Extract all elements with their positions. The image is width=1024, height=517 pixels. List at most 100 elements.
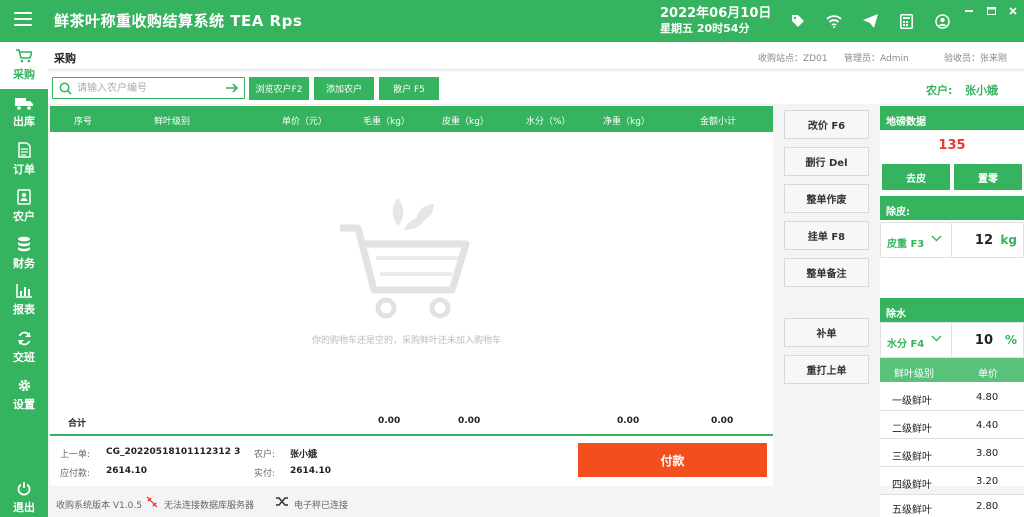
contact-icon [17,189,31,205]
sidebar-item-finance[interactable]: 财务 [0,230,48,277]
column-header: 鲜叶级别 [154,117,191,127]
wifi-icon[interactable] [816,11,852,31]
price-row[interactable]: 三级鲜叶 3.80 [880,439,1024,467]
total-label: 合计 [68,419,87,429]
grade-name: 二级鲜叶 [892,424,932,435]
prev-order-label: 上一单: [60,450,91,460]
zero-button[interactable]: 置零 [954,164,1022,190]
empty-cart-icon [340,198,470,319]
column-header: 毛重（kg） [363,117,410,127]
pay-button[interactable]: 付款 [578,443,767,477]
power-icon [17,481,31,495]
sidebar-item-label: 财务 [13,257,35,270]
shuffle-icon [276,497,288,506]
top-bar: 鲜茶叶称重收购结算系统 TEA Rps 2022年06月10日 星期五 20时5… [0,0,1024,42]
top-icons [780,11,960,31]
gear-icon [18,379,30,391]
price-row[interactable]: 五级鲜叶 2.80 [880,495,1024,517]
purchase-table: 序号 鲜叶级别 单价（元） 毛重（kg） 皮重（kg） 水分（%） 净重（kg）… [50,106,773,436]
column-header: 水分（%） [526,117,571,127]
sidebar-item-reports[interactable]: 报表 [0,277,48,324]
admin-info: 管理员：Admin [844,54,909,64]
sidebar-item-label: 出库 [13,114,35,128]
grade-name: 四级鲜叶 [892,480,932,491]
minimize-icon[interactable] [958,4,980,18]
toolbar: 浏览农户F2 添加农户 散户 F5 农户: 张小娥 [48,72,1024,104]
arrow-right-icon[interactable] [226,82,239,94]
payable-label: 应付款: [60,469,91,479]
price-row[interactable]: 二级鲜叶 4.40 [880,411,1024,439]
sidebar-item-label: 订单 [13,163,35,176]
sidebar-item-outbound[interactable]: 出库 [0,89,48,136]
sidebar-item-settings[interactable]: 设置 [0,371,48,418]
water-row: 水分 F4 10 % [880,322,1024,358]
reprint-last-button[interactable]: 重打上单 [784,355,869,384]
scale-status: 电子秤已连接 [294,501,349,511]
page-title: 采购 [54,52,76,65]
database-icon [18,236,30,252]
tare-weight-value[interactable]: 12 [975,233,993,248]
tare-row: 皮重 F3 12 kg [880,222,1024,258]
scale-weight: 135 [938,138,966,153]
grade-price: 4.80 [976,392,999,403]
tare-button[interactable]: 去皮 [882,164,950,190]
void-order-button[interactable]: 整单作废 [784,184,869,213]
supplement-order-button[interactable]: 补单 [784,318,869,347]
sidebar-item-orders[interactable]: 订单 [0,136,48,183]
sidebar-item-purchase[interactable]: 采购 [0,42,48,89]
send-icon[interactable] [852,11,888,31]
total-gross: 0.00 [378,416,401,426]
page-header: 采购 收购站点：ZD01 管理员：Admin 验收员：张来刚 [48,42,1024,70]
delete-row-button[interactable]: 删行 Del [784,147,869,176]
payable-value: 2614.10 [106,466,147,476]
menu-icon[interactable] [14,12,32,28]
total-tare: 0.00 [458,416,481,426]
paid-label: 实付: [254,469,276,479]
scatter-farmer-button[interactable]: 散户 F5 [379,77,439,100]
grade-price: 2.80 [976,501,999,512]
user-circle-icon[interactable] [924,11,960,31]
hold-order-button[interactable]: 挂单 F8 [784,221,869,250]
sidebar-item-label: 设置 [13,397,35,411]
maximize-icon[interactable] [980,4,1002,18]
tare-weight-select[interactable]: 皮重 F3 [887,235,924,250]
status-bar: 收购系统版本 V1.0.5 无法连接数据库服务器 电子秤已连接 [48,488,878,517]
water-content-select[interactable]: 水分 F4 [887,335,924,350]
tag-icon[interactable] [780,11,816,31]
close-icon[interactable] [1002,4,1024,18]
farmer-label: 农户: [926,84,953,97]
sidebar-item-label: 报表 [13,303,35,316]
water-content-value[interactable]: 10 [975,333,993,348]
water-unit: % [1004,333,1017,347]
grade-name: 三级鲜叶 [892,452,932,463]
chevron-down-icon[interactable] [931,335,942,342]
station-info: 收购站点：ZD01 [758,54,828,64]
total-row: 合计 0.00 0.00 0.00 0.00 [50,406,773,434]
price-row[interactable]: 一级鲜叶 4.80 [880,383,1024,411]
column-header: 皮重（kg） [442,117,489,127]
truck-icon [15,97,33,110]
window-controls [958,4,1024,18]
change-price-button[interactable]: 改价 F6 [784,110,869,139]
document-icon [17,142,31,158]
db-status: 无法连接数据库服务器 [164,501,255,511]
price-row[interactable]: 四级鲜叶 3.20 [880,467,1024,495]
calculator-icon[interactable] [888,11,924,31]
current-weekday-time: 星期五 20时54分 [660,22,750,35]
table-header: 序号 鲜叶级别 单价（元） 毛重（kg） 皮重（kg） 水分（%） 净重（kg）… [50,106,773,132]
column-header: 金额小计 [700,117,737,127]
column-header: 单价（元） [282,117,328,127]
search-box [52,77,245,99]
sidebar-item-label: 农户 [13,210,35,223]
sidebar-item-farmers[interactable]: 农户 [0,183,48,230]
sidebar-item-shift[interactable]: 交班 [0,324,48,371]
browse-farmers-button[interactable]: 浏览农户F2 [249,77,309,100]
bar-chart-icon [16,284,32,298]
farmer-name: 张小娥 [965,84,998,97]
sidebar-item-exit[interactable]: 退出 [0,474,48,517]
chevron-down-icon[interactable] [931,235,942,242]
add-farmer-button[interactable]: 添加农户 [314,77,374,100]
version-text: 收购系统版本 V1.0.5 [56,501,142,511]
order-note-button[interactable]: 整单备注 [784,258,869,287]
farmer-search-input[interactable] [77,80,217,96]
